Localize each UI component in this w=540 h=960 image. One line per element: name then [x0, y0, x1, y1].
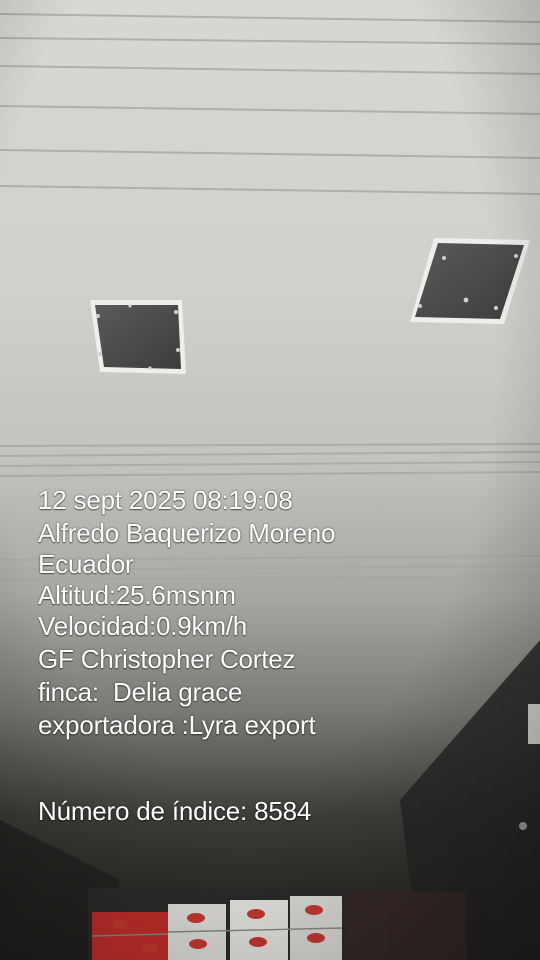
stamp-index-number: Número de índice: 8584	[38, 796, 312, 826]
stamp-spacer	[38, 742, 518, 795]
stamp-speed: Velocidad:0.9km/h	[38, 611, 248, 641]
stamp-location-city: Alfredo Baquerizo Moreno	[38, 518, 336, 548]
gps-timestamp-stamp: 12 sept 2025 08:19:08 Alfredo Baquerizo …	[38, 484, 518, 828]
stamp-location-country: Ecuador	[38, 549, 134, 579]
stamp-altitude: Altitud:25.6msnm	[38, 580, 236, 610]
photo-frame: 12 sept 2025 08:19:08 Alfredo Baquerizo …	[0, 0, 540, 960]
stamp-farm: finca: Delia grace	[38, 677, 243, 707]
stamp-gf: GF Christopher Cortez	[38, 644, 296, 674]
stamp-exporter: exportadora :Lyra export	[38, 710, 316, 740]
stamp-datetime: 12 sept 2025 08:19:08	[38, 485, 293, 515]
